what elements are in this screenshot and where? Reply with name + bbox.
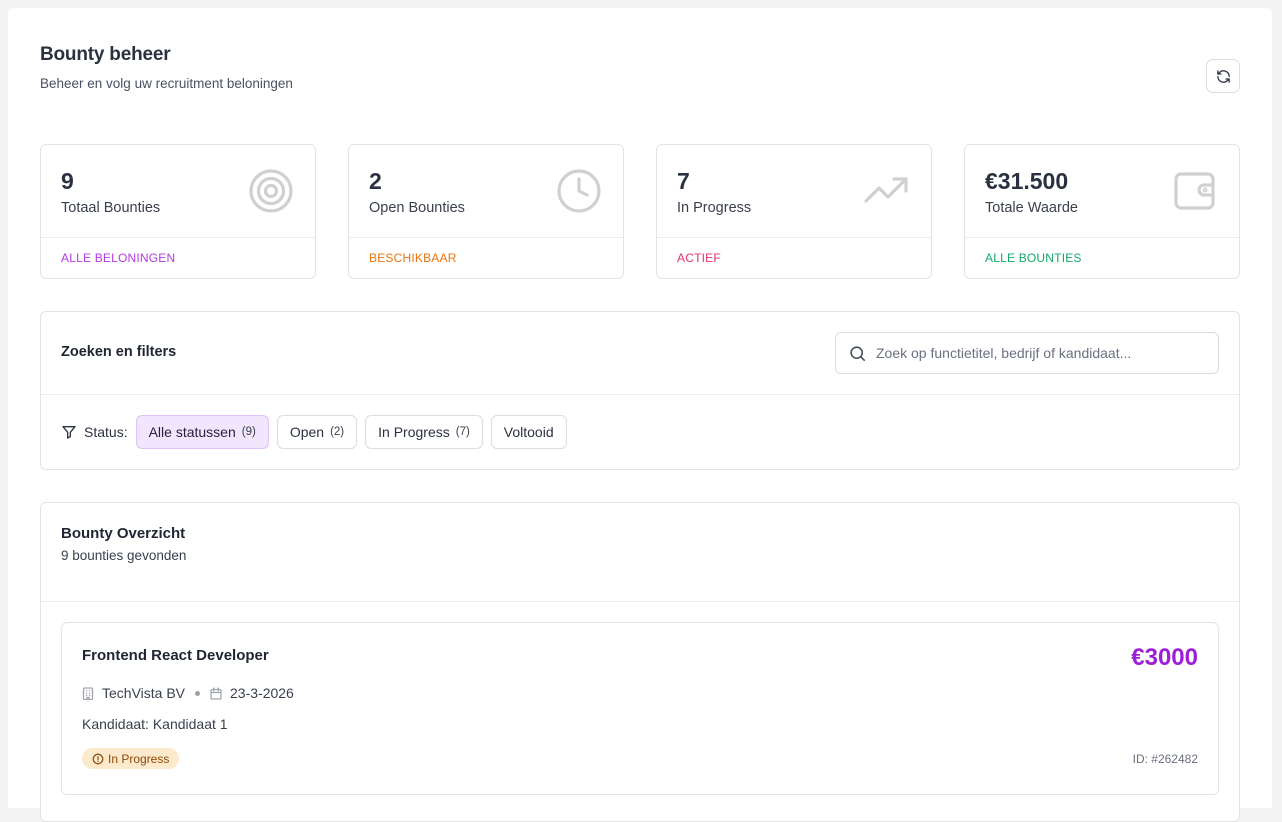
chip-label: Voltooid [503,424,554,440]
calendar-icon [210,686,222,700]
page-header: Bounty beheer Beheer en volg uw recruitm… [40,44,293,91]
status-label: Status: [61,424,128,440]
building-icon [82,686,94,700]
status-chip-in-progress[interactable]: In Progress (7) [365,415,483,449]
stat-value: €31.500 [985,168,1069,194]
bounty-card[interactable]: Frontend React Developer €3000 TechVista… [61,622,1219,795]
chip-label: Alle statussen [148,424,236,440]
bounty-company: TechVista BV [102,685,186,701]
bounty-title: Frontend React Developer [82,647,269,664]
chip-count: (9) [241,426,256,438]
stat-divider [965,237,1239,238]
stat-label: In Progress [677,200,752,216]
stat-footer: ALLE BOUNTIES [985,251,1082,265]
meta-separator [195,690,201,696]
status-filter-row: Status: Alle statussen (9) Open (2) In P… [61,415,575,449]
refresh-icon [1216,69,1230,83]
search-box[interactable] [835,332,1219,374]
stat-card-total[interactable]: 9 Totaal Bounties ALLE BELONINGEN [40,144,316,279]
bounty-candidate: Kandidaat: Kandidaat 1 [82,716,228,732]
stat-divider [41,237,315,238]
search-icon [850,346,866,362]
wallet-icon [1174,172,1215,210]
stat-label: Totale Waarde [985,200,1078,216]
chip-label: In Progress [378,424,450,440]
stats-row: 9 Totaal Bounties ALLE BELONINGEN 2 Open… [40,144,1240,279]
stat-divider [657,237,931,238]
page: Bounty beheer Beheer en volg uw recruitm… [8,8,1272,822]
refresh-button[interactable] [1206,59,1240,93]
filter-icon [62,426,76,439]
page-title: Bounty beheer [40,44,171,65]
overview-count: 9 bounties gevonden [61,548,187,563]
stat-card-in-progress[interactable]: 7 In Progress ACTIEF [656,144,932,279]
bounty-overview-panel: Bounty Overzicht 9 bounties gevonden Fro… [40,502,1240,822]
trending-up-icon [864,177,908,203]
stat-label: Open Bounties [369,200,465,216]
bounty-amount: €3000 [1131,644,1198,671]
bounty-date: 23-3-2026 [230,685,294,701]
status-chip-all[interactable]: Alle statussen (9) [135,415,269,449]
search-input[interactable] [876,333,1210,373]
status-chip-open[interactable]: Open (2) [276,415,358,449]
status-badge-label: In Progress [108,751,170,766]
stat-value: 2 [369,168,382,194]
status-chip-completed[interactable]: Voltooid [490,415,567,449]
clock-icon [557,169,601,213]
stat-footer: ACTIEF [677,251,721,265]
status-badge: In Progress [82,748,180,769]
stat-divider [349,237,623,238]
stat-value: 7 [677,168,690,194]
stat-card-open[interactable]: 2 Open Bounties BESCHIKBAAR [348,144,624,279]
page-subtitle: Beheer en volg uw recruitment beloningen [40,76,293,91]
info-icon [92,753,104,764]
stat-value: 9 [61,168,74,194]
status-label-text: Status: [84,424,128,440]
chip-count: (2) [330,426,345,438]
overview-title: Bounty Overzicht [61,525,186,542]
filters-title: Zoeken en filters [61,344,177,360]
stat-card-total-value[interactable]: €31.500 Totale Waarde ALLE BOUNTIES [964,144,1240,279]
stat-footer: BESCHIKBAAR [369,251,457,265]
overview-divider [41,601,1239,602]
chip-count: (7) [455,426,470,438]
stat-label: Totaal Bounties [61,200,161,216]
chip-label: Open [289,424,325,440]
bounty-meta: TechVista BV 23-3-2026 [82,685,294,701]
stat-footer: ALLE BELONINGEN [61,251,176,265]
search-filters-panel: Zoeken en filters Status: Alle statussen… [40,311,1240,470]
target-icon [249,169,293,213]
filters-divider [41,394,1239,395]
bounty-id: ID: #262482 [1132,752,1198,766]
